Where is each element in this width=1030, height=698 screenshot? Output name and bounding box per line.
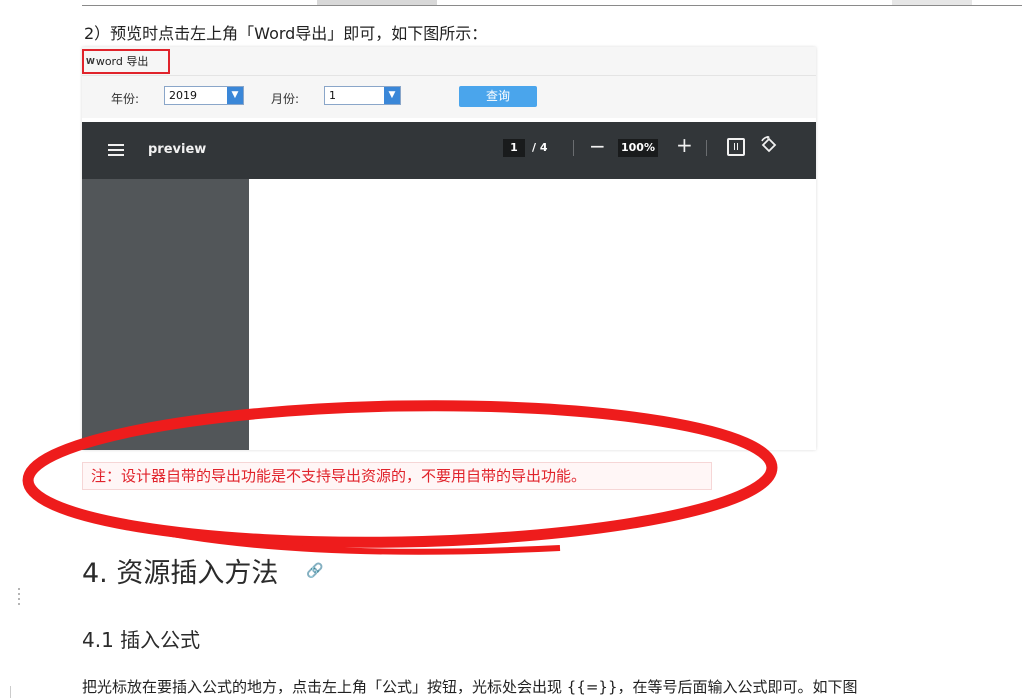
word-export-label: word 导出 [95,55,149,68]
fit-page-icon[interactable] [727,138,745,156]
zoom-level[interactable]: 100% [618,139,658,157]
link-icon[interactable]: 🔗 [306,563,323,579]
chevron-down-icon[interactable]: ▼ [227,87,243,104]
thumbnail-sidebar [82,179,249,450]
word-export-button[interactable]: Wword 导出 [82,49,170,74]
month-select[interactable]: 1 ▼ [324,86,401,105]
previous-image-edge [82,0,1022,6]
query-button[interactable]: 查询 [459,86,537,107]
pdf-viewer-toolbar: preview 1 / 4 − 100% + [82,122,816,179]
word-doc-icon: W [86,57,95,66]
drag-handle-icon[interactable] [18,588,21,608]
preview-screenshot: Wword 导出 年份: 2019 ▼ 月份: 1 ▼ 查询 preview 1… [82,47,816,450]
viewer-title: preview [148,142,207,157]
zoom-out-icon[interactable]: − [589,134,606,158]
warning-note: 注：设计器自带的导出功能是不支持导出资源的，不要用自带的导出功能。 [82,462,712,490]
report-toolbar [82,47,816,76]
zoom-in-icon[interactable]: + [676,133,693,157]
year-select[interactable]: 2019 ▼ [164,86,244,105]
body-paragraph: 把光标放在要插入公式的地方，点击左上角「公式」按钮，光标处会出现 {{=}}，在… [82,678,858,696]
menu-icon[interactable] [108,144,124,156]
rotate-icon[interactable] [760,136,778,154]
toolbar-divider [706,140,707,156]
section-heading: 4. 资源插入方法 [82,558,279,589]
year-label: 年份: [111,92,140,106]
month-label: 月份: [271,92,300,106]
page-total: / 4 [532,141,548,154]
toolbar-divider [573,140,574,156]
left-margin-line [10,686,11,698]
year-value: 2019 [169,89,197,102]
subsection-heading: 4.1 插入公式 [82,628,201,652]
document-page [249,179,816,450]
chevron-down-icon[interactable]: ▼ [384,87,400,104]
parameter-panel: 年份: 2019 ▼ 月份: 1 ▼ [82,76,816,118]
previous-image-segment [317,0,437,5]
step-text: 2）预览时点击左上角「Word导出」即可，如下图所示： [84,24,488,43]
month-value: 1 [329,89,336,102]
previous-image-segment [892,0,972,5]
page-number-input[interactable]: 1 [503,139,525,157]
